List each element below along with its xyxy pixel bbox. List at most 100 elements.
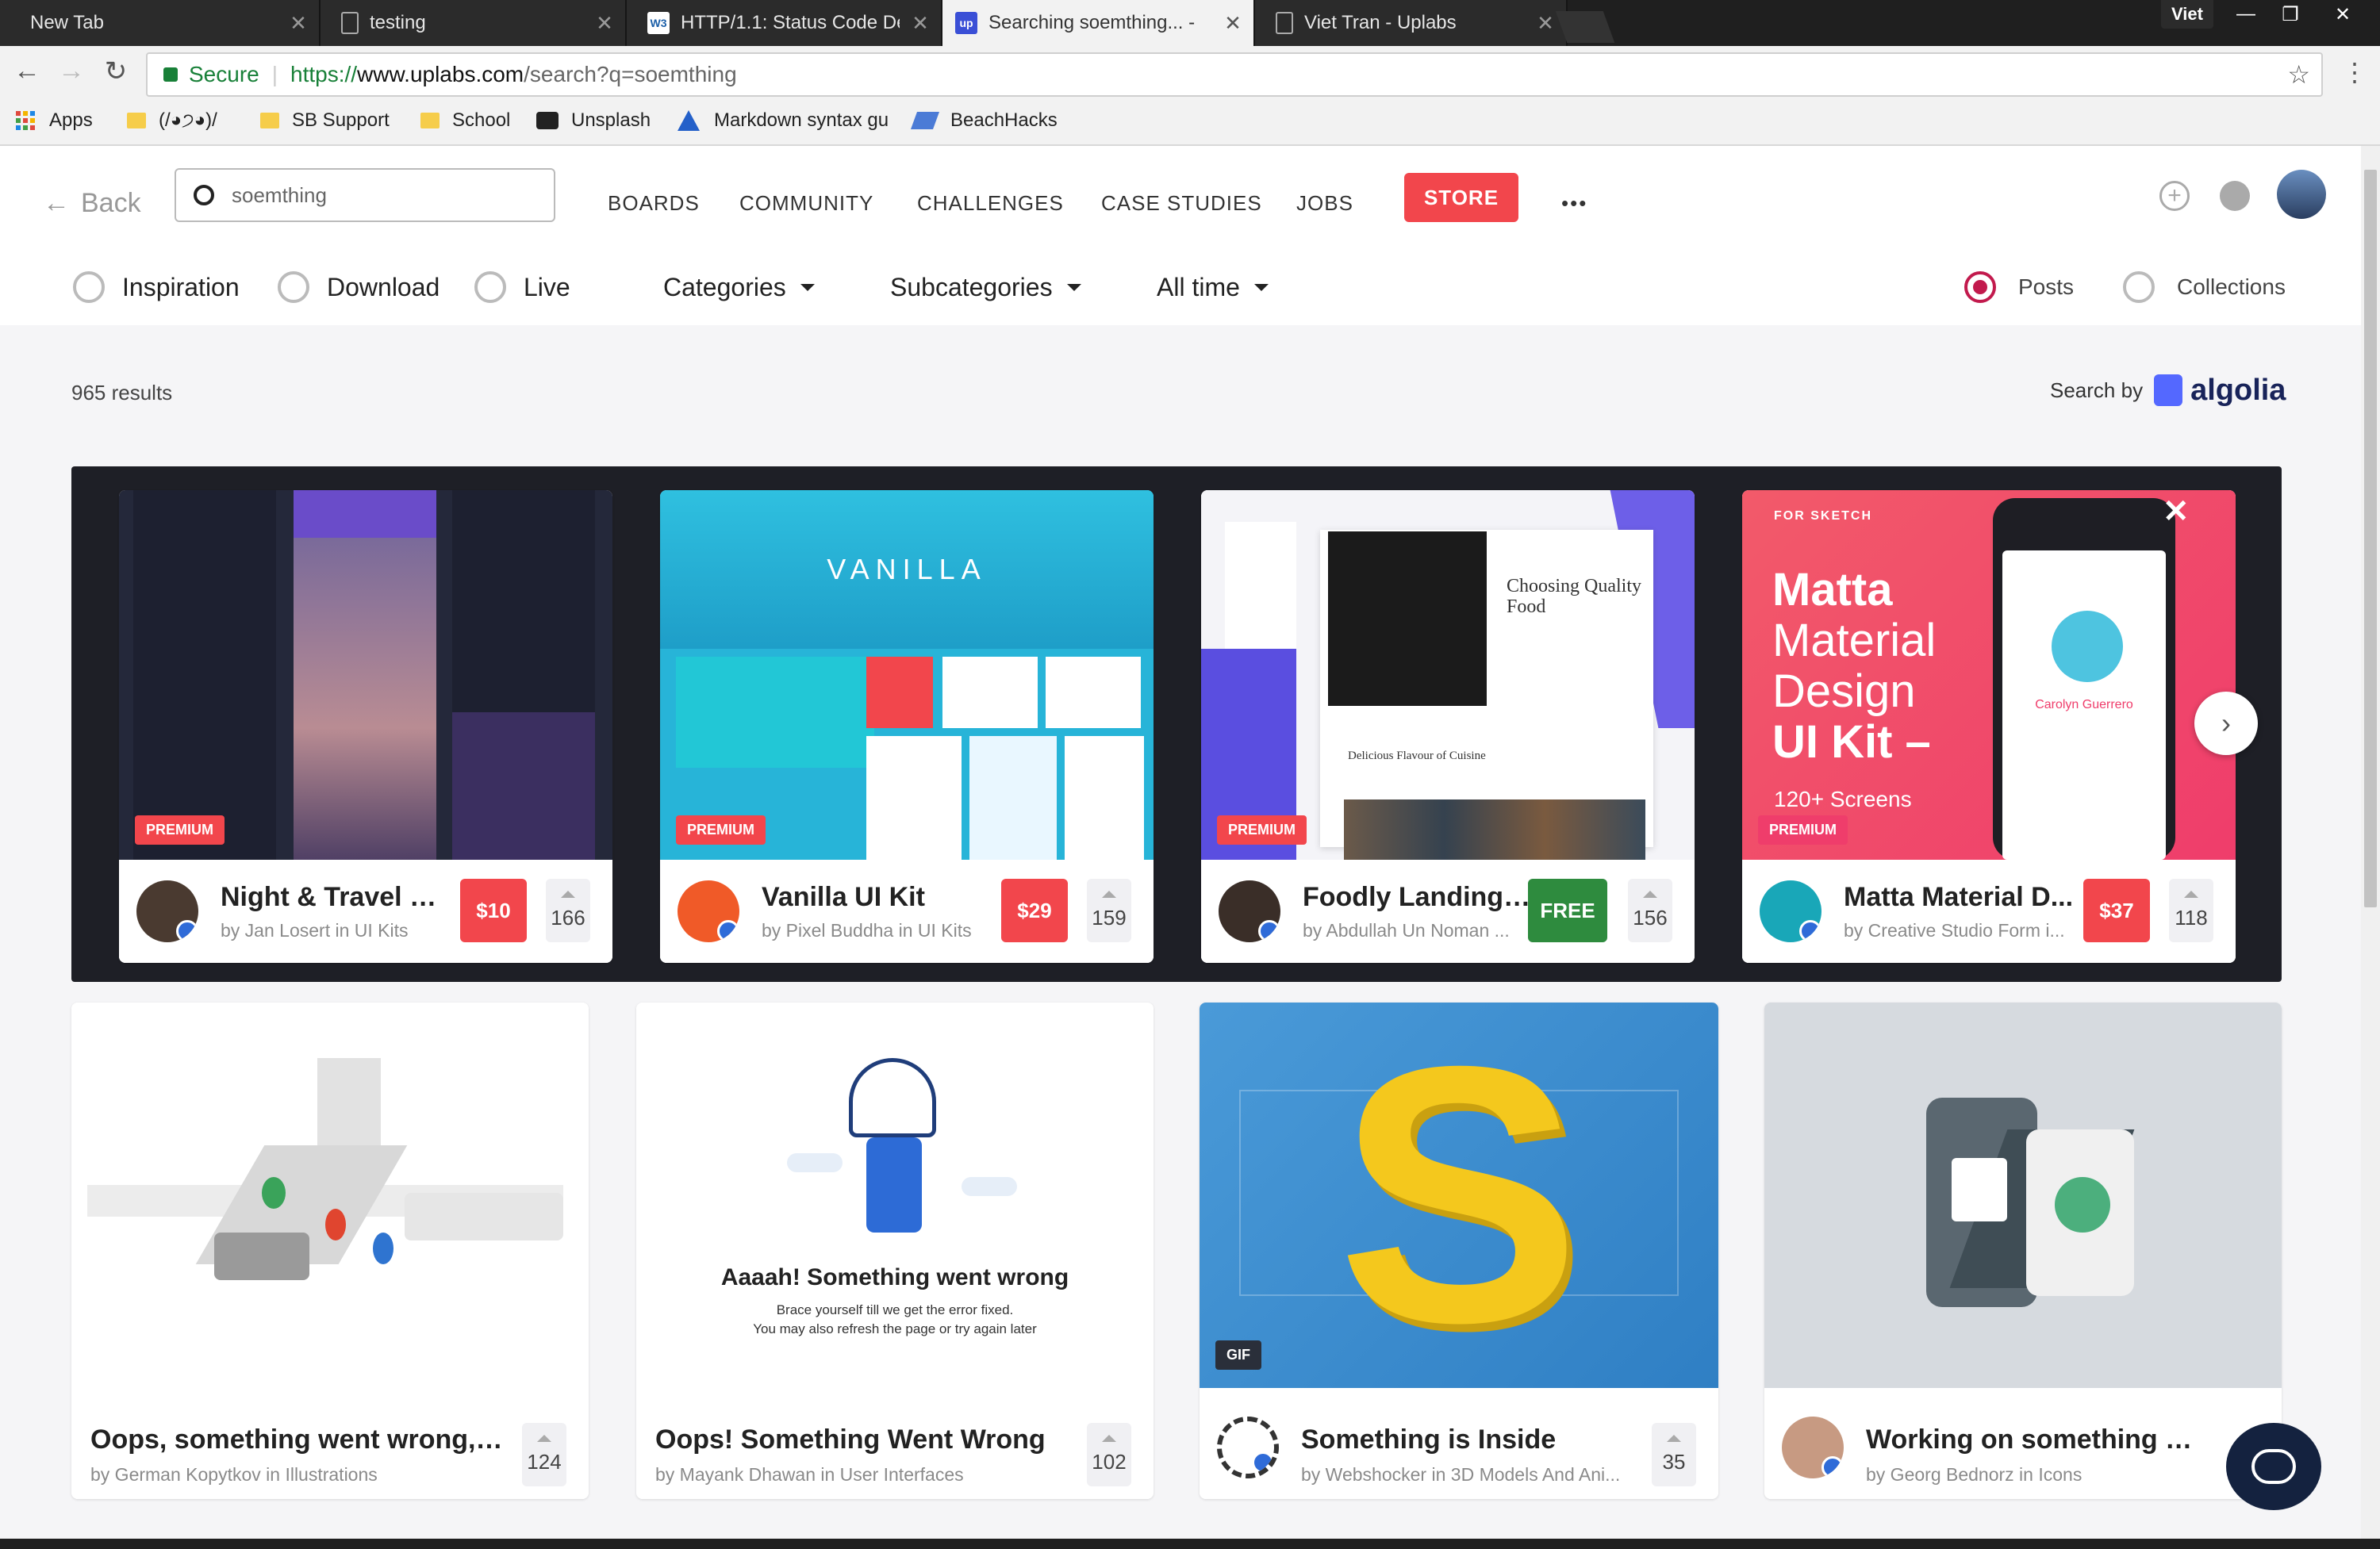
view-collections[interactable]: Collections (2123, 263, 2286, 311)
author-avatar[interactable] (1760, 880, 1821, 942)
upvote-icon (561, 891, 575, 898)
view-posts[interactable]: Posts (1964, 263, 2074, 311)
w3c-icon: W3 (647, 12, 670, 34)
search-input[interactable]: soemthing (175, 168, 555, 222)
featured-card[interactable]: PREMIUM Night & Travel UI ... by Jan Los… (119, 490, 612, 963)
close-icon[interactable]: ✕ (278, 11, 319, 36)
card-byline: by German Kopytkov in Illustrations (90, 1464, 378, 1485)
thumb-kicker: FOR SKETCH (1774, 509, 1872, 523)
scrollbar-thumb[interactable] (2364, 170, 2377, 907)
author-avatar[interactable] (136, 880, 198, 942)
minimize-icon[interactable]: — (2225, 0, 2267, 29)
chrome-menu-icon[interactable]: ⋮ (2342, 57, 2367, 87)
card-title[interactable]: Matta Material D... (1844, 882, 2074, 913)
store-button[interactable]: STORE (1404, 173, 1518, 222)
bookmark-markdown[interactable]: Markdown syntax gu (678, 106, 900, 135)
nav-challenges[interactable]: CHALLENGES (917, 182, 1064, 224)
post-card[interactable]: Oops, something went wrong, Goo... by Ge… (71, 1003, 589, 1499)
author-avatar[interactable] (1782, 1417, 1844, 1478)
notification-bell-icon[interactable] (2220, 181, 2250, 211)
tab-uplabs-search[interactable]: up Searching soemthing... - ✕ (942, 0, 1255, 46)
thumb-letter: S (1337, 1003, 1581, 1388)
upvote-button[interactable]: 159 (1087, 879, 1131, 942)
author-avatar[interactable] (1219, 880, 1280, 942)
profile-name[interactable]: Viet (2161, 0, 2213, 29)
reload-icon[interactable]: ↻ (100, 56, 132, 87)
page-scrollbar[interactable] (2361, 146, 2380, 1549)
tab-http-status[interactable]: W3 HTTP/1.1: Status Code De ✕ (627, 0, 942, 46)
nav-community[interactable]: COMMUNITY (739, 182, 873, 224)
upvote-button[interactable]: 35 (1652, 1423, 1696, 1486)
filter-inspiration[interactable]: Inspiration (73, 263, 240, 311)
more-menu-icon[interactable]: ••• (1561, 182, 1587, 224)
vote-count: 118 (2175, 906, 2208, 930)
bookmark-school[interactable]: School (420, 106, 510, 135)
card-title[interactable]: Oops, something went wrong, Goo... (90, 1424, 503, 1455)
algolia-attribution[interactable]: Search by algolia (2050, 366, 2286, 414)
upvote-button[interactable]: 124 (522, 1423, 566, 1486)
upvote-icon (537, 1435, 551, 1442)
author-avatar[interactable] (678, 880, 739, 942)
featured-card[interactable]: Choosing Quality Food Delicious Flavour … (1201, 490, 1695, 963)
tab-testing[interactable]: testing ✕ (321, 0, 627, 46)
card-title[interactable]: Something is Inside (1301, 1424, 1642, 1455)
user-avatar[interactable] (2277, 170, 2326, 219)
window-close-icon[interactable]: ✕ (2315, 0, 2370, 29)
card-title[interactable]: Working on something new (1866, 1424, 2207, 1455)
card-title[interactable]: Foodly Landing ... (1303, 882, 1533, 913)
close-icon[interactable]: ✕ (1212, 11, 1253, 36)
upvote-button[interactable]: 156 (1628, 879, 1672, 942)
price-tag[interactable]: $29 (1001, 879, 1068, 942)
featured-card[interactable]: FOR SKETCH Matta Material Design UI Kit … (1742, 490, 2236, 963)
post-card[interactable]: S GIF Something is Inside by Webshocker … (1200, 1003, 1718, 1499)
price-tag[interactable]: $10 (460, 879, 527, 942)
categories-dropdown[interactable]: Categories (663, 263, 815, 311)
bookmark-star-icon[interactable]: ☆ (2287, 59, 2310, 90)
nav-boards[interactable]: BOARDS (608, 182, 700, 224)
tab-new-tab[interactable]: New Tab ✕ (0, 0, 321, 46)
bookmark-apps[interactable]: Apps (16, 106, 93, 135)
card-title[interactable]: Night & Travel UI ... (221, 882, 451, 913)
card-footer: Matta Material D... by Creative Studio F… (1742, 860, 2236, 963)
upvote-button[interactable]: 166 (546, 879, 590, 942)
filter-download[interactable]: Download (278, 263, 440, 311)
time-dropdown[interactable]: All time (1157, 263, 1269, 311)
nav-case-studies[interactable]: CASE STUDIES (1101, 182, 1262, 224)
uplabs-header: ← Back soemthing BOARDS COMMUNITY CHALLE… (0, 146, 2361, 325)
post-card[interactable]: Aaaah! Something went wrong Brace yourse… (636, 1003, 1154, 1499)
chat-button[interactable] (2226, 1423, 2321, 1510)
radio-icon (2123, 271, 2155, 303)
results-count: 965 results (71, 381, 173, 405)
back-link[interactable]: ← Back (43, 182, 141, 224)
card-title[interactable]: Vanilla UI Kit (762, 882, 992, 913)
add-icon[interactable]: + (2159, 181, 2190, 211)
forward-arrow-icon[interactable]: → (56, 56, 87, 86)
tab-viet-tran[interactable]: Viet Tran - Uplabs ✕ (1255, 0, 1568, 46)
back-arrow-icon[interactable]: ← (11, 56, 43, 86)
devpost-icon (910, 112, 940, 129)
restore-icon[interactable]: ❐ (2269, 0, 2312, 29)
carousel-next-button[interactable]: › (2194, 692, 2258, 755)
upvote-button[interactable]: 102 (1087, 1423, 1131, 1486)
post-card[interactable]: Working on something new by Georg Bednor… (1764, 1003, 2282, 1499)
featured-card[interactable]: VANILLA PREMIUM Vanilla UI Kit by Pixel … (660, 490, 1154, 963)
nav-jobs[interactable]: JOBS (1296, 182, 1353, 224)
close-icon[interactable]: ✕ (584, 11, 625, 36)
verified-icon (1799, 920, 1821, 942)
address-bar[interactable]: Secure | https:// www.uplabs.com /search… (146, 52, 2323, 97)
author-avatar[interactable] (1217, 1417, 1279, 1478)
bookmark-unsplash[interactable]: Unsplash (536, 106, 651, 135)
price-tag[interactable]: FREE (1528, 879, 1607, 942)
dismiss-icon[interactable]: ✕ (2163, 493, 2190, 530)
bookmark-folder[interactable]: (/◕੭◕)/ (127, 106, 217, 135)
close-icon[interactable]: ✕ (900, 11, 941, 36)
card-title[interactable]: Oops! Something Went Wrong (655, 1424, 1068, 1455)
bookmark-beachhacks[interactable]: BeachHacks (910, 106, 1058, 135)
price-tag[interactable]: $37 (2083, 879, 2150, 942)
upvote-button[interactable]: 118 (2169, 879, 2213, 942)
subcategories-dropdown[interactable]: Subcategories (890, 263, 1081, 311)
uplabs-icon: up (955, 12, 977, 34)
filter-live[interactable]: Live (474, 263, 570, 311)
bookmark-sb-support[interactable]: SB Support (260, 106, 390, 135)
premium-badge: PREMIUM (1758, 815, 1848, 845)
